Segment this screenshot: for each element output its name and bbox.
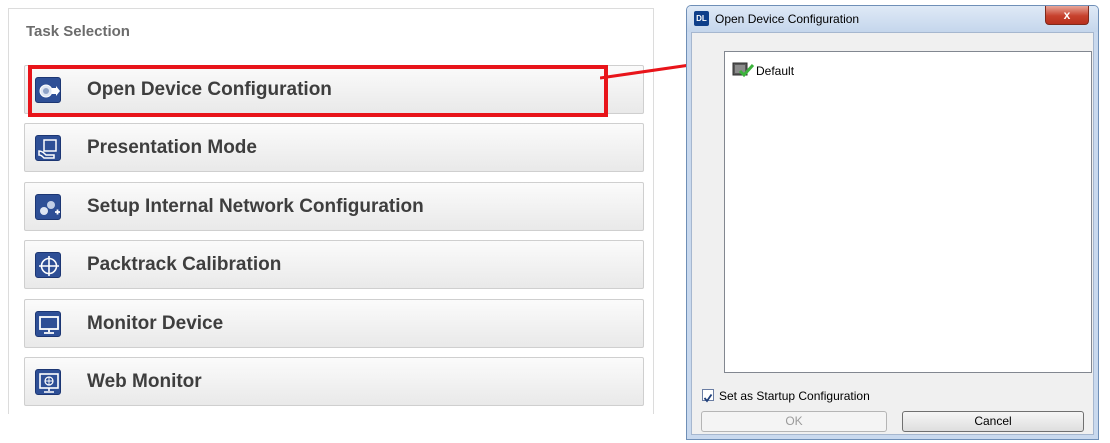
task-label: Web Monitor	[87, 371, 202, 392]
setup-internal-network-configuration-button[interactable]: Setup Internal Network Configuration	[24, 182, 644, 231]
list-item-label: Default	[756, 64, 795, 78]
dialog-body: Default Set as Startup Configuration OK …	[691, 32, 1094, 435]
monitor-icon	[35, 311, 61, 337]
cancel-button[interactable]: Cancel	[902, 411, 1084, 432]
web-monitor-button[interactable]: Web Monitor	[24, 357, 644, 406]
presentation-mode-button[interactable]: Presentation Mode	[24, 123, 644, 172]
task-selection-title: Task Selection	[26, 23, 130, 40]
configuration-list[interactable]: Default	[724, 51, 1092, 373]
crosshair-icon	[35, 252, 61, 278]
ok-button[interactable]: OK	[701, 411, 887, 432]
config-check-icon	[732, 62, 754, 78]
task-selection-panel: Task Selection Open Device Configuration…	[8, 8, 654, 414]
open-device-configuration-dialog: DL Open Device Configuration x Default S…	[686, 5, 1099, 440]
network-config-icon	[35, 194, 61, 220]
open-device-icon	[35, 77, 61, 103]
task-label: Monitor Device	[87, 313, 224, 334]
dialog-titlebar[interactable]: DL Open Device Configuration x	[687, 6, 1098, 32]
app-logo-icon: DL	[694, 11, 709, 26]
checkmark-icon	[703, 393, 713, 403]
task-label: Presentation Mode	[87, 137, 257, 158]
packtrack-calibration-button[interactable]: Packtrack Calibration	[24, 240, 644, 289]
presentation-icon	[35, 135, 61, 161]
task-label: Open Device Configuration	[87, 79, 332, 100]
web-monitor-icon	[35, 369, 61, 395]
open-device-configuration-button[interactable]: Open Device Configuration	[24, 65, 644, 114]
startup-checkbox-label: Set as Startup Configuration	[719, 389, 870, 403]
dialog-title: Open Device Configuration	[715, 12, 860, 26]
task-label: Packtrack Calibration	[87, 254, 282, 275]
startup-checkbox[interactable]	[702, 389, 714, 403]
task-label: Setup Internal Network Configuration	[87, 196, 424, 217]
close-button[interactable]: x	[1045, 6, 1089, 25]
monitor-device-button[interactable]: Monitor Device	[24, 299, 644, 348]
